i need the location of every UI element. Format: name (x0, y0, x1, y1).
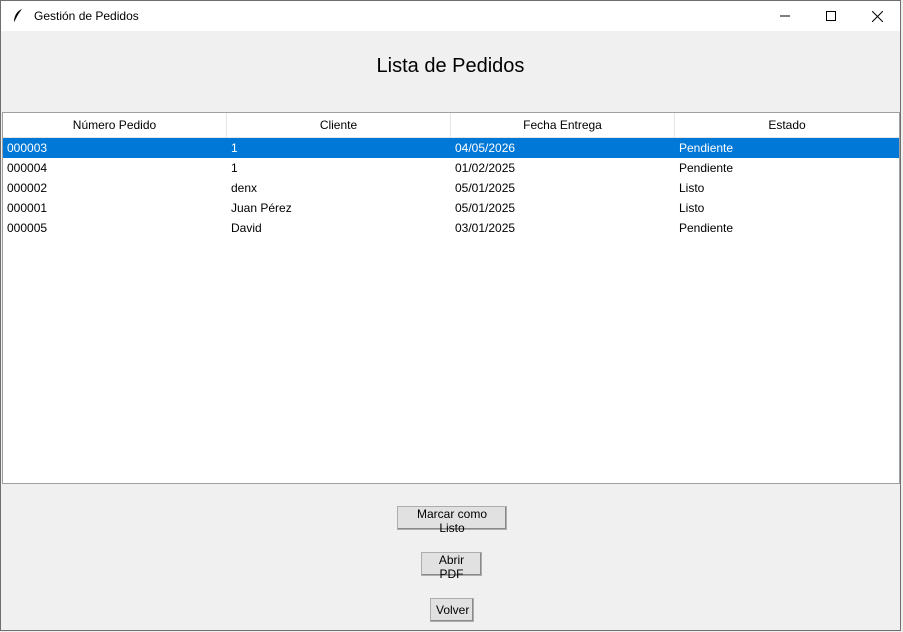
cell-numero: 000001 (7, 201, 48, 215)
cell-estado: Listo (679, 201, 705, 215)
cell-cliente: 1 (231, 141, 238, 155)
column-header-numero[interactable]: Número Pedido (3, 113, 227, 137)
cell-numero: 000003 (7, 141, 48, 155)
app-window: Gestión de Pedidos Lista de Pedidos Núme… (0, 0, 901, 631)
table-header: Número Pedido Cliente Fecha Entrega Esta… (3, 113, 899, 138)
title-bar[interactable]: Gestión de Pedidos (1, 1, 900, 31)
minimize-icon (780, 15, 790, 17)
cell-cliente: David (231, 221, 262, 235)
orders-table[interactable]: Número Pedido Cliente Fecha Entrega Esta… (2, 112, 900, 484)
window-title: Gestión de Pedidos (34, 9, 139, 23)
mark-ready-button[interactable]: Marcar como Listo (397, 506, 507, 535)
page-title: Lista de Pedidos (376, 55, 525, 77)
feather-icon (12, 8, 24, 24)
close-icon (871, 10, 883, 22)
cell-fecha: 03/01/2025 (455, 221, 516, 235)
cell-numero: 000004 (7, 161, 48, 175)
back-button[interactable]: Volver (430, 598, 474, 622)
cell-fecha: 05/01/2025 (455, 181, 516, 195)
cell-estado: Pendiente (679, 141, 734, 155)
cell-cliente: denx (231, 181, 258, 195)
column-header-fecha[interactable]: Fecha Entrega (451, 113, 675, 137)
open-pdf-button[interactable]: Abrir PDF (421, 552, 482, 581)
table-row[interactable]: 000001 Juan Pérez 05/01/2025 Listo (3, 198, 899, 218)
minimize-button[interactable] (762, 1, 808, 31)
column-header-estado[interactable]: Estado (675, 113, 899, 137)
window-controls (762, 1, 900, 31)
cell-fecha: 01/02/2025 (455, 161, 516, 175)
cell-estado: Listo (679, 181, 705, 195)
cell-estado: Pendiente (679, 161, 734, 175)
cell-estado: Pendiente (679, 221, 734, 235)
cell-cliente: Juan Pérez (231, 201, 292, 215)
cell-numero: 000002 (7, 181, 48, 195)
table-row[interactable]: 000005 David 03/01/2025 Pendiente (3, 218, 899, 238)
table-row[interactable]: 000004 1 01/02/2025 Pendiente (3, 158, 899, 178)
maximize-icon (826, 11, 836, 21)
cell-numero: 000005 (7, 221, 48, 235)
table-row[interactable]: 000002 denx 05/01/2025 Listo (3, 178, 899, 198)
maximize-button[interactable] (808, 1, 854, 31)
cell-fecha: 05/01/2025 (455, 201, 516, 215)
cell-fecha: 04/05/2026 (455, 141, 516, 155)
column-header-cliente[interactable]: Cliente (227, 113, 451, 137)
table-row[interactable]: 000003 1 04/05/2026 Pendiente (3, 138, 899, 158)
cell-cliente: 1 (231, 161, 238, 175)
close-button[interactable] (854, 1, 900, 31)
